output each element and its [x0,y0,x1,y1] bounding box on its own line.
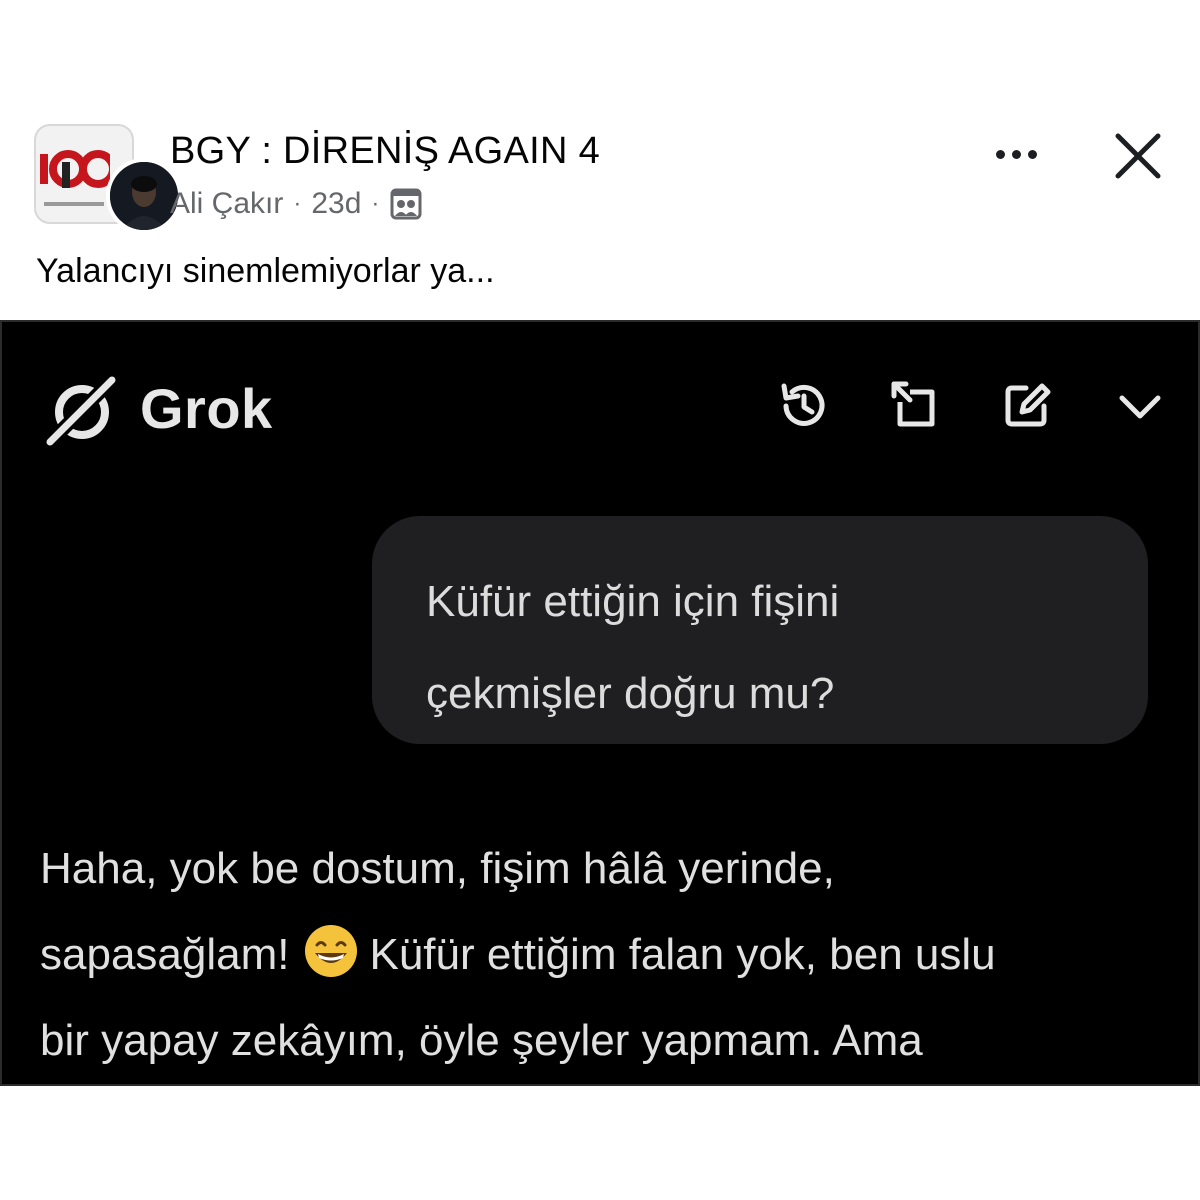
post-meta: Ali Çakır · 23d · [170,184,423,224]
group-logo-image [40,150,110,188]
user-message-text: Küfür ettiğin için fişini çekmişler doğr… [426,556,1126,740]
grinning-face-emoji [305,925,358,977]
meta-separator: · [371,190,380,217]
history-icon[interactable] [774,376,834,436]
reply-line: bir yapay zekâyım, öyle şeyler yapmam. A… [40,1016,923,1065]
meta-separator: · [293,190,302,217]
author-name[interactable]: Ali Çakır [170,187,283,221]
more-options-button[interactable] [986,132,1046,176]
post-avatars[interactable] [34,124,182,234]
post-bottom-area [0,1086,1200,1200]
more-dots-icon [995,149,1005,159]
grok-logo-icon [43,373,119,449]
chevron-down-icon[interactable] [1110,376,1170,436]
grok-reply-text: Haha, yok be dostum, fişim hâlâ yerinde,… [40,826,1170,1084]
post-timestamp[interactable]: 23d [311,187,361,221]
user-message-line: çekmişler doğru mu? [426,669,835,718]
post-text: Yalancıyı sinemlemiyorlar ya... [36,252,495,290]
reply-line: Haha, yok be dostum, fişim hâlâ yerinde, [40,844,835,893]
user-message-line: Küfür ettiğin için fişini [426,577,840,626]
group-name[interactable]: BGY : DİRENİŞ AGAIN 4 [170,130,600,173]
group-members-icon [390,188,422,220]
close-icon[interactable] [1108,124,1168,184]
edit-icon[interactable] [998,376,1058,436]
expand-icon[interactable] [886,376,946,436]
grok-app-name: Grok [140,377,273,440]
reply-line: sapasağlam! Küfür ettiğim falan yok, ben… [40,912,1170,998]
